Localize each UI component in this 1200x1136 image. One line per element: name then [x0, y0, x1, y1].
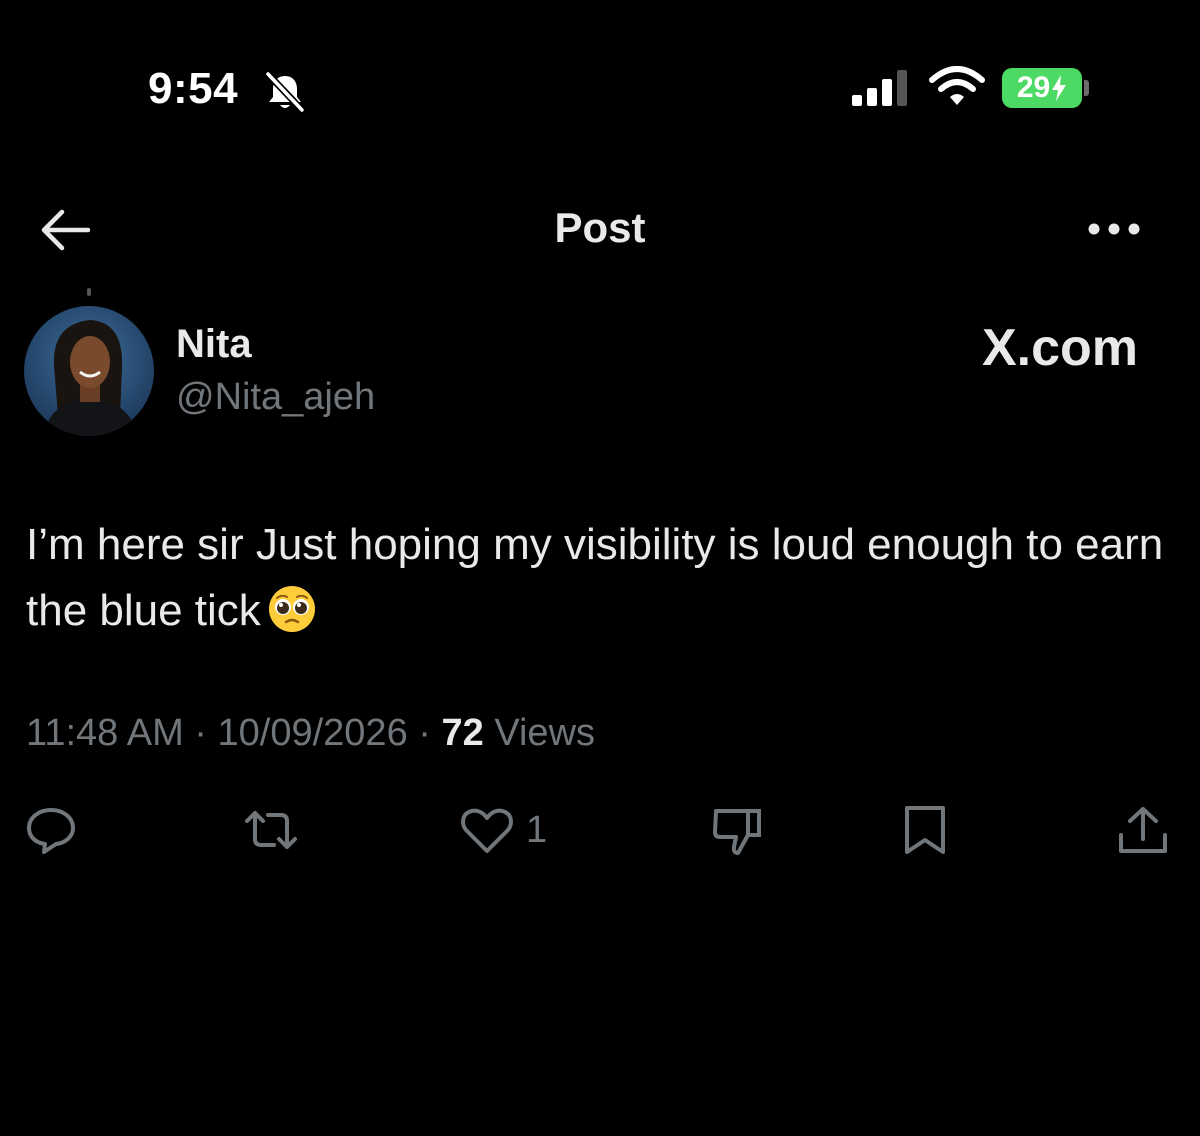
share-button[interactable] — [1114, 800, 1172, 860]
ellipsis-icon[interactable] — [1084, 214, 1144, 244]
battery-indicator: 29 — [1002, 68, 1082, 108]
wifi-icon — [929, 66, 985, 105]
views-label[interactable]: Views — [494, 712, 595, 754]
heart-icon — [461, 808, 513, 853]
watermark: X.com — [981, 319, 1138, 377]
bookmark-button[interactable] — [896, 800, 954, 860]
thumbs-down-icon — [713, 809, 761, 855]
meta-separator: · — [194, 712, 207, 754]
status-time: 9:54 — [148, 64, 239, 113]
thread-connector — [87, 288, 91, 296]
post-text: I’m here sir Just hoping my visibility i… — [26, 512, 1176, 644]
views-count[interactable]: 72 — [441, 712, 483, 754]
post-time: 11:48 AM — [26, 712, 184, 754]
page-title: Post — [554, 204, 646, 251]
post-meta: 11:48 AM · 10/09/2026 · 72 Views — [26, 712, 595, 755]
repost-icon — [245, 811, 297, 849]
avatar[interactable] — [24, 306, 154, 436]
reply-button[interactable] — [22, 800, 80, 860]
cellular-signal-icon — [852, 70, 907, 106]
repost-button[interactable] — [242, 800, 300, 860]
pleading-face-emoji — [268, 586, 315, 633]
post-date: 10/09/2026 — [217, 712, 408, 754]
bell-slash-icon — [265, 71, 305, 113]
meta-separator: · — [418, 712, 431, 754]
like-count: 1 — [526, 808, 548, 851]
battery-charging-icon — [1052, 75, 1067, 101]
battery-nub — [1084, 80, 1089, 96]
post-text-content: I’m here sir Just hoping my visibility i… — [26, 520, 1164, 635]
bookmark-icon — [905, 806, 945, 854]
like-button[interactable]: 1 — [458, 800, 547, 860]
share-icon — [1119, 807, 1167, 853]
reply-icon — [27, 808, 75, 854]
battery-level: 29 — [1016, 71, 1051, 104]
author-handle[interactable]: @Nita_ajeh — [176, 376, 375, 419]
author-name[interactable]: Nita — [176, 322, 252, 367]
dislike-button[interactable] — [708, 800, 766, 860]
avatar-image — [24, 306, 154, 436]
